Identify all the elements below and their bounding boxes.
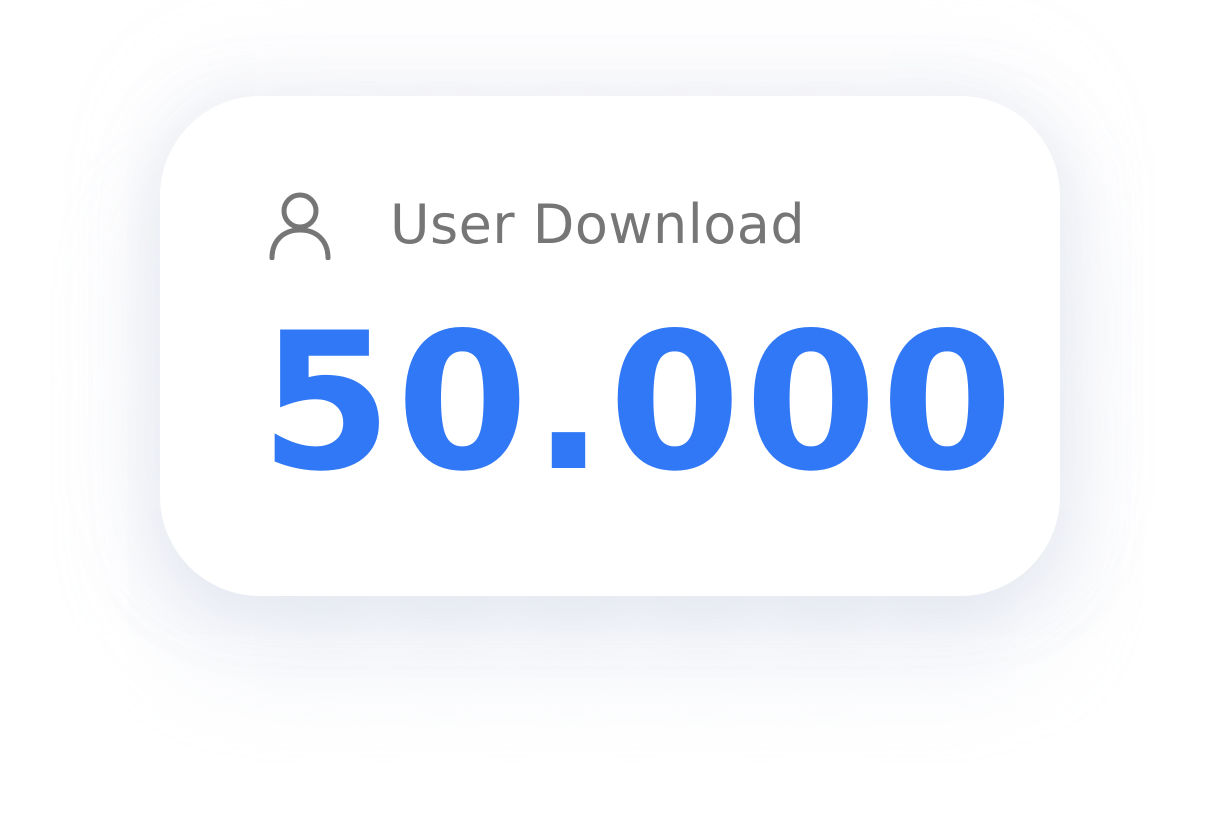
stat-card-header: User Download — [268, 188, 805, 262]
stat-card: User Download 50.000 — [160, 96, 1060, 596]
user-icon — [268, 190, 332, 260]
canvas: User Download 50.000 — [0, 0, 1220, 820]
stat-label: User Download — [390, 193, 806, 256]
stat-value: 50.000 — [260, 292, 1018, 513]
